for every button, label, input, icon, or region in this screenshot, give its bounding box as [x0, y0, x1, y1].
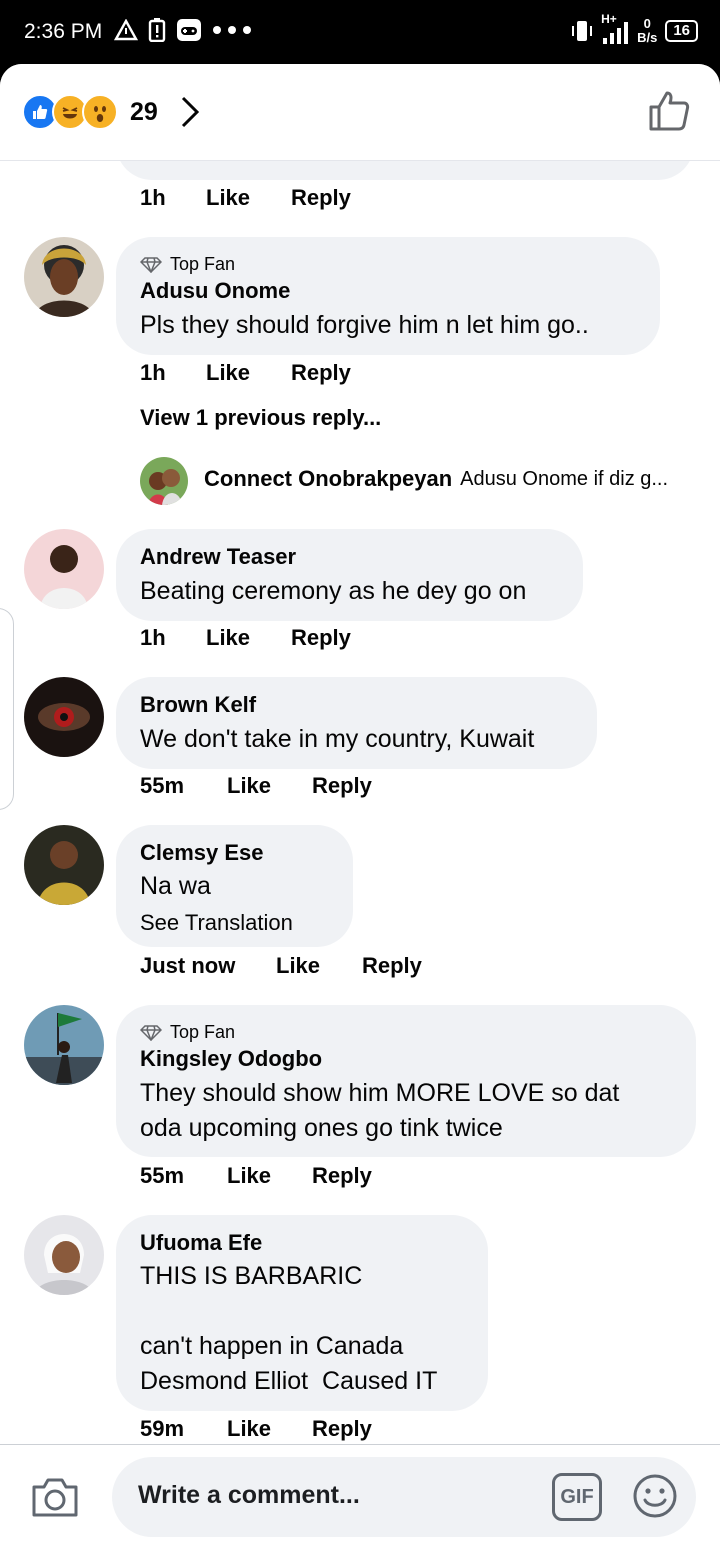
comment-time: 1h: [140, 625, 166, 650]
reply-link[interactable]: Reply: [291, 625, 351, 651]
chevron-right-icon[interactable]: [180, 95, 200, 129]
reply-link[interactable]: Reply: [312, 1416, 372, 1442]
reactions-header: 29: [0, 64, 720, 161]
like-link[interactable]: Like: [227, 773, 312, 799]
view-previous-replies-link[interactable]: View 1 previous reply...: [140, 405, 381, 431]
comments-list: 1h Like Reply Top Fan Adusu Onome Pls th…: [0, 160, 720, 1444]
comment-text: Pls they should forgive him n let him go…: [140, 311, 589, 339]
top-fan-badge: Top Fan: [140, 254, 235, 275]
alert-battery-icon: [148, 18, 166, 42]
like-link[interactable]: Like: [276, 953, 362, 979]
top-fan-badge: Top Fan: [140, 1022, 235, 1043]
reactions-summary[interactable]: 29: [22, 94, 200, 130]
reply-snippet: Adusu Onome if diz g...: [460, 467, 669, 490]
comment-time: 55m: [140, 1163, 185, 1188]
comments-sheet: 29 1h Like Reply Top Fan Adusu Onome Pls…: [0, 64, 720, 1548]
comment-actions: 55m Like Reply: [140, 773, 372, 799]
vibrate-icon: [572, 21, 593, 41]
battery-indicator: 16: [665, 20, 698, 42]
comment-text: oda upcoming ones go tink twice: [140, 1114, 503, 1142]
reaction-count: 29: [130, 97, 158, 126]
comment-time: Just now: [140, 953, 236, 978]
like-post-button[interactable]: [648, 90, 690, 132]
comment-time: 59m: [140, 1416, 185, 1441]
reply-avatar[interactable]: [140, 457, 188, 505]
commenter-name[interactable]: Brown Kelf: [140, 692, 256, 718]
like-link[interactable]: Like: [206, 625, 291, 651]
diamond-icon: [140, 256, 162, 273]
reply-link[interactable]: Reply: [312, 773, 372, 799]
avatar[interactable]: [24, 677, 104, 757]
comment-text: They should show him MORE LOVE so dat: [140, 1079, 620, 1107]
comment-text: Beating ceremony as he dey go on: [140, 577, 527, 605]
comment-bubble-truncated[interactable]: [116, 160, 694, 180]
like-link[interactable]: Like: [227, 1416, 312, 1442]
edge-panel-handle[interactable]: [0, 608, 14, 810]
reply-link[interactable]: Reply: [312, 1163, 372, 1189]
emoji-icon[interactable]: [632, 1473, 678, 1519]
avatar[interactable]: [24, 1215, 104, 1295]
gif-button[interactable]: GIF: [552, 1473, 602, 1521]
comment-text: Na wa: [140, 872, 211, 900]
gamepad-icon: [177, 19, 201, 41]
comment-input-placeholder: Write a comment...: [138, 1481, 360, 1509]
avatar[interactable]: [24, 529, 104, 609]
commenter-name[interactable]: Ufuoma Efe: [140, 1230, 262, 1256]
avatar[interactable]: [24, 237, 104, 317]
comment-actions: Just now Like Reply: [140, 953, 422, 979]
status-time: 2:36 PM: [24, 20, 103, 43]
comment-actions: 1h Like Reply: [140, 360, 351, 386]
wow-reaction-icon: [82, 94, 118, 130]
comment-text: Desmond Elliot Caused IT: [140, 1367, 438, 1395]
commenter-name[interactable]: Clemsy Ese: [140, 840, 264, 866]
comment-time: 1h: [140, 360, 166, 385]
camera-icon[interactable]: [30, 1475, 80, 1519]
avatar[interactable]: [24, 1005, 104, 1085]
like-link[interactable]: Like: [206, 185, 291, 211]
comment-actions: 55m Like Reply: [140, 1163, 372, 1189]
reply-author[interactable]: Connect Onobrakpeyan: [204, 466, 452, 492]
reply-link[interactable]: Reply: [362, 953, 422, 979]
network-speed: 0 B/s: [637, 16, 658, 45]
comment-actions: 1h Like Reply: [140, 185, 351, 211]
comment-input[interactable]: Write a comment... GIF: [112, 1457, 696, 1537]
see-translation-link[interactable]: See Translation: [140, 910, 293, 936]
comment-time: 55m: [140, 773, 185, 798]
comment-actions: 1h Like Reply: [140, 625, 351, 651]
comment-composer: Write a comment... GIF: [0, 1444, 720, 1548]
comment-actions: 59m Like Reply: [140, 1416, 372, 1442]
commenter-name[interactable]: Andrew Teaser: [140, 544, 296, 570]
comment-text: THIS IS BARBARIC: [140, 1262, 363, 1290]
diamond-icon: [140, 1024, 162, 1041]
comment-text: We don't take in my country, Kuwait: [140, 725, 535, 753]
comment-time: 1h: [140, 185, 166, 210]
reply-preview[interactable]: Connect Onobrakpeyan Adusu Onome if diz …: [204, 466, 668, 492]
like-link[interactable]: Like: [227, 1163, 312, 1189]
commenter-name[interactable]: Adusu Onome: [140, 278, 290, 304]
reply-link[interactable]: Reply: [291, 360, 351, 386]
more-dots-icon: [213, 26, 251, 34]
commenter-name[interactable]: Kingsley Odogbo: [140, 1046, 322, 1072]
warning-icon: [114, 19, 138, 41]
like-link[interactable]: Like: [206, 360, 291, 386]
avatar[interactable]: [24, 825, 104, 905]
signal-icon: H+: [601, 12, 629, 46]
status-bar: 2:36 PM H+ 0 B/s 16: [0, 0, 720, 64]
comment-text: can't happen in Canada: [140, 1332, 404, 1360]
reply-link[interactable]: Reply: [291, 185, 351, 211]
